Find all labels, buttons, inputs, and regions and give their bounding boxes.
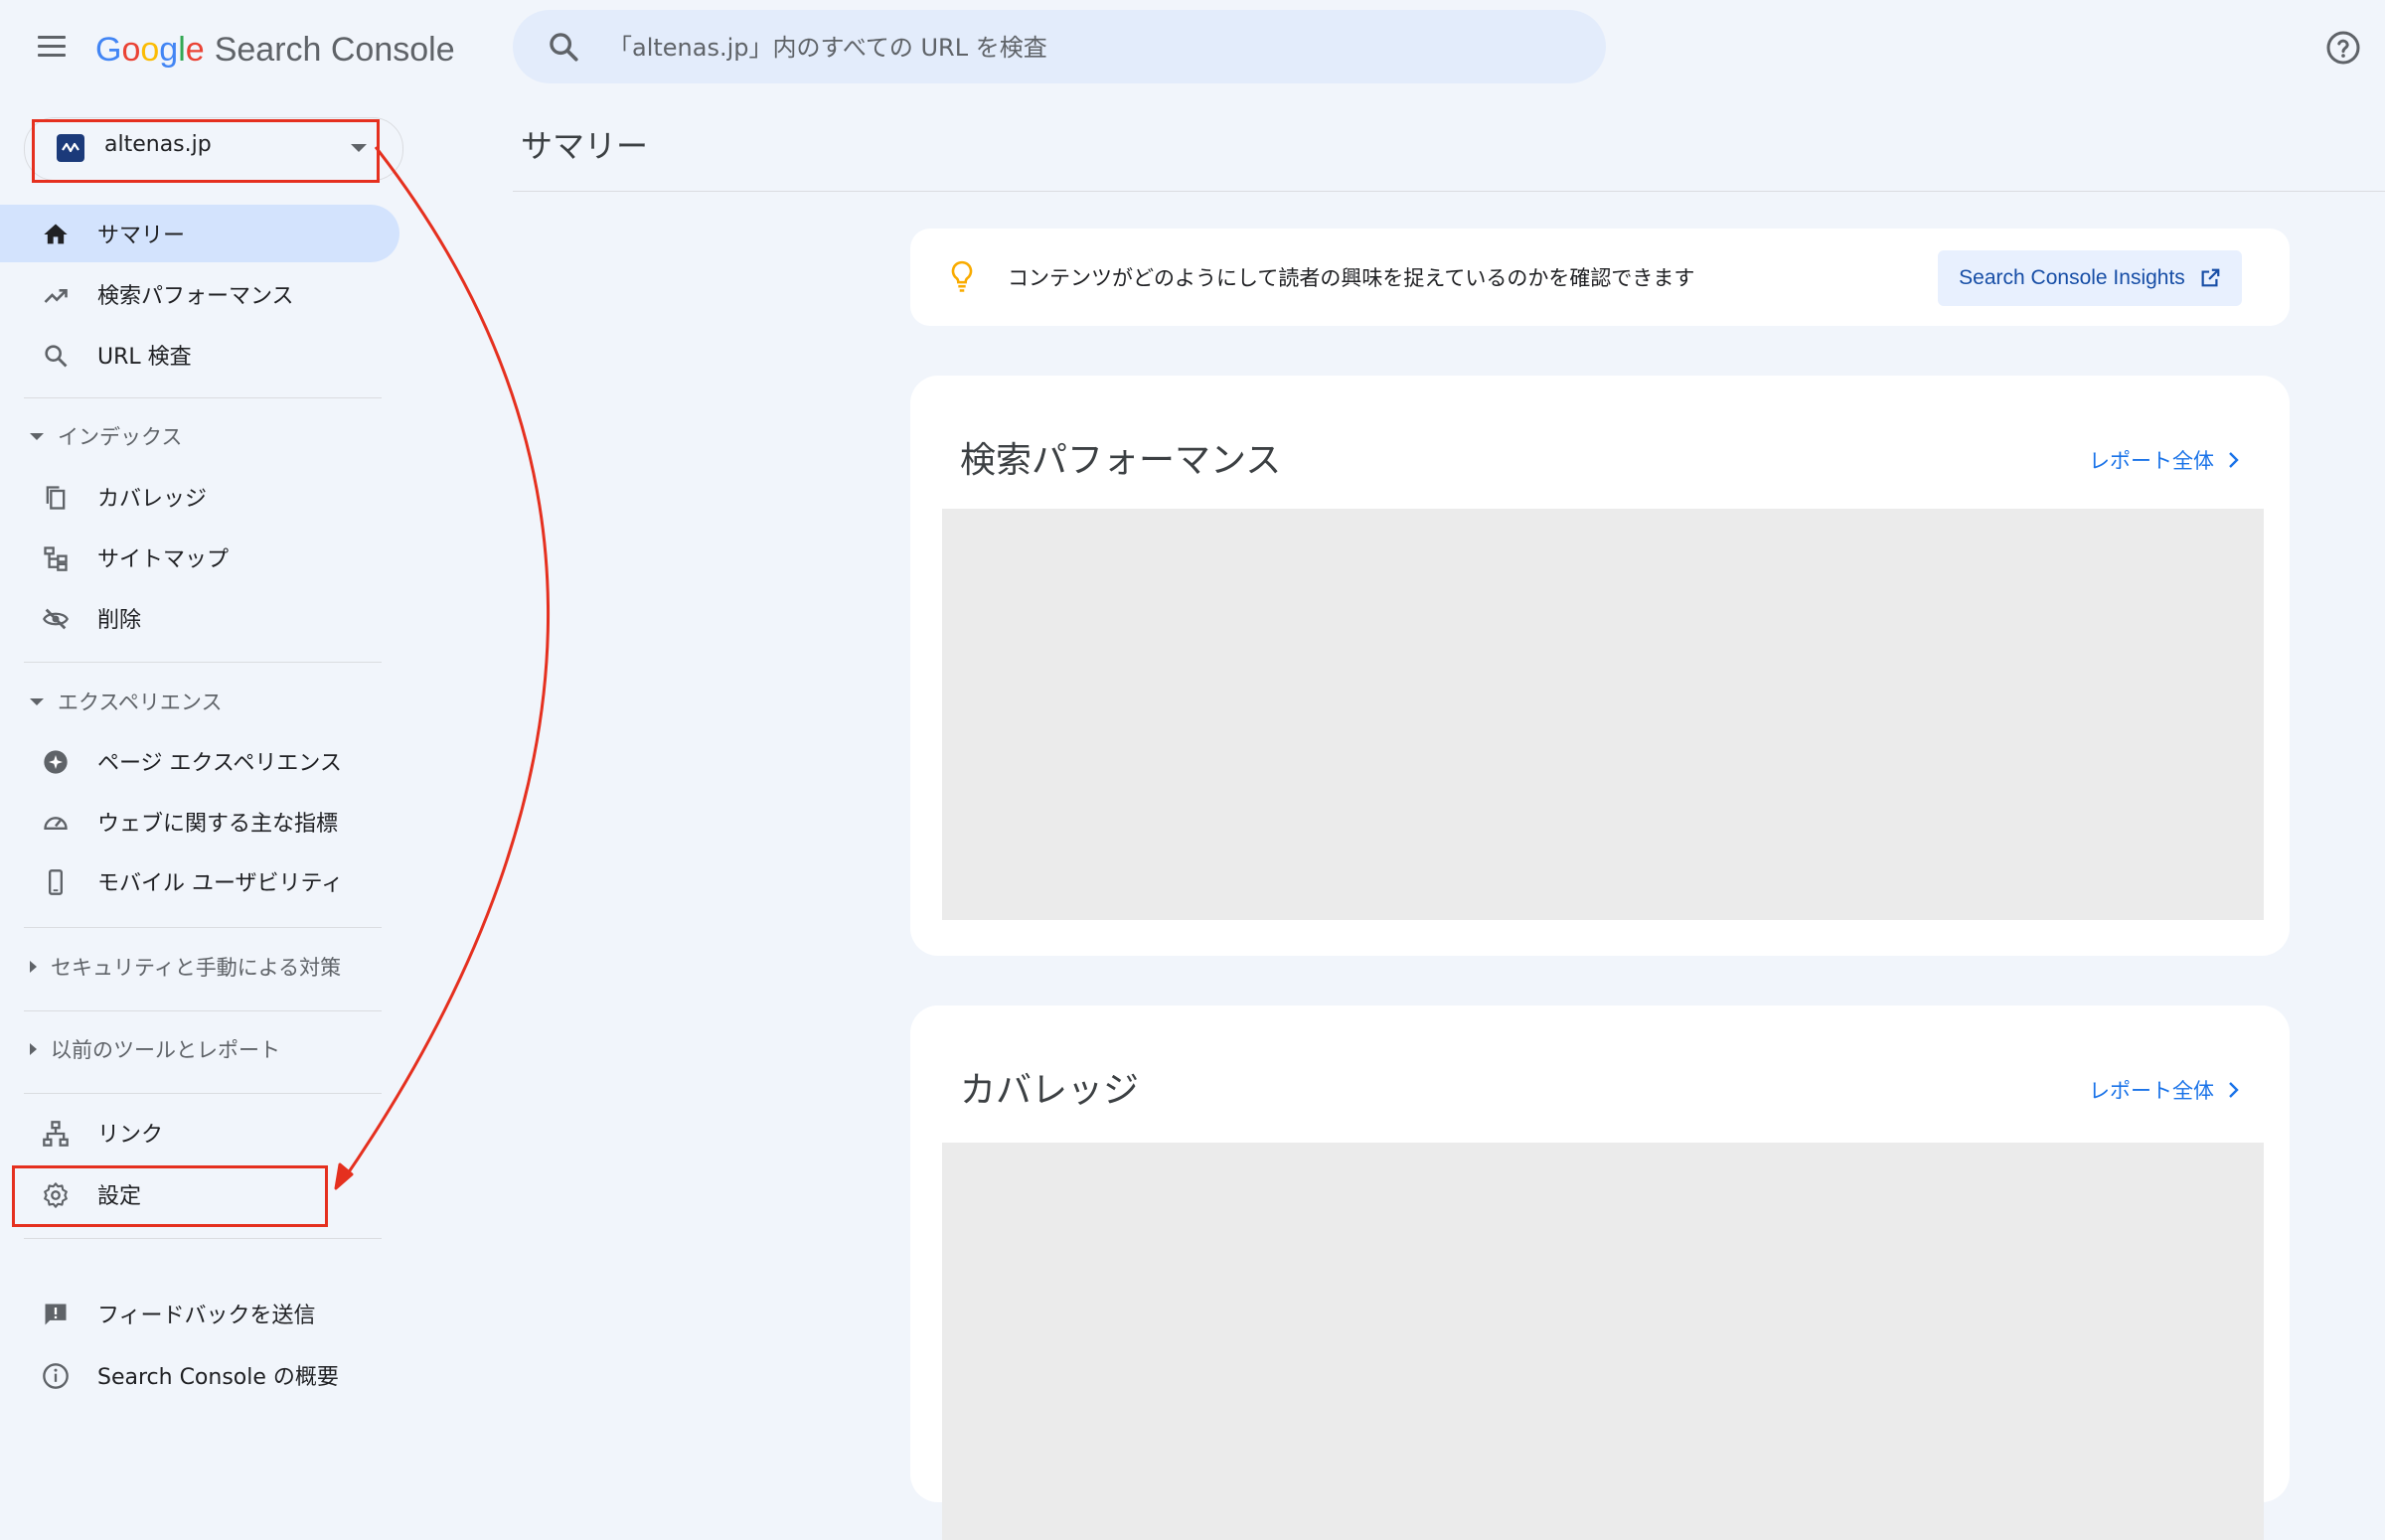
annotation-arrow [334, 146, 551, 1190]
